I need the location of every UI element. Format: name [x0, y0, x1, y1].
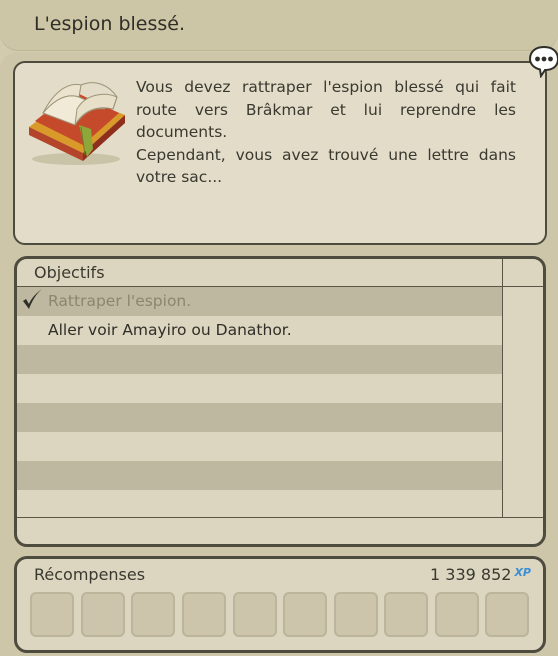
objectives-footer-line — [17, 517, 543, 518]
reward-slot[interactable] — [233, 592, 277, 637]
quest-description: Vous devez rattraper l'espion blessé qui… — [136, 76, 516, 189]
objectives-header: Objectifs — [17, 259, 543, 287]
reward-slot[interactable] — [182, 592, 226, 637]
reward-slot[interactable] — [283, 592, 327, 637]
quest-description-line-2: Cependant, vous avez trouvé une lettre d… — [136, 145, 516, 187]
quest-description-box: Vous devez rattraper l'espion blessé qui… — [13, 61, 547, 245]
reward-slot[interactable] — [384, 592, 428, 637]
xp-value: 1 339 852 — [430, 565, 512, 584]
objective-row-empty — [17, 374, 502, 403]
quest-title: L'espion blessé. — [34, 13, 185, 35]
objective-label: Rattraper l'espion. — [48, 292, 192, 310]
checkmark-icon — [23, 289, 42, 309]
objective-row: Rattraper l'espion. — [17, 287, 502, 316]
reward-slot[interactable] — [30, 592, 74, 637]
objectives-divider — [502, 259, 503, 517]
reward-slot[interactable] — [81, 592, 125, 637]
speech-bubble-icon[interactable] — [529, 44, 558, 78]
objectives-panel: Objectifs Rattraper l'espion. Aller voir… — [14, 256, 546, 547]
objective-row-empty — [17, 461, 502, 490]
objective-row-empty — [17, 432, 502, 461]
title-bar: L'espion blessé. — [0, 0, 558, 50]
reward-slot[interactable] — [435, 592, 479, 637]
reward-slot[interactable] — [485, 592, 529, 637]
objective-row-empty — [17, 490, 502, 517]
quest-book-icon — [29, 82, 125, 165]
objective-row-empty — [17, 345, 502, 374]
xp-badge: XP — [514, 566, 531, 579]
rewards-header: Récompenses — [34, 565, 146, 584]
objectives-header-label: Objectifs — [34, 263, 105, 282]
reward-slot[interactable] — [334, 592, 378, 637]
rewards-panel: Récompenses 1 339 852 XP — [14, 556, 546, 653]
reward-slot[interactable] — [131, 592, 175, 637]
objective-label: Aller voir Amayiro ou Danathor. — [48, 321, 292, 339]
quest-description-line-1: Vous devez rattraper l'espion blessé qui… — [136, 78, 516, 141]
xp-reward: 1 339 852 XP — [430, 565, 531, 584]
objective-row-empty — [17, 403, 502, 432]
objective-row: Aller voir Amayiro ou Danathor. — [17, 316, 502, 345]
